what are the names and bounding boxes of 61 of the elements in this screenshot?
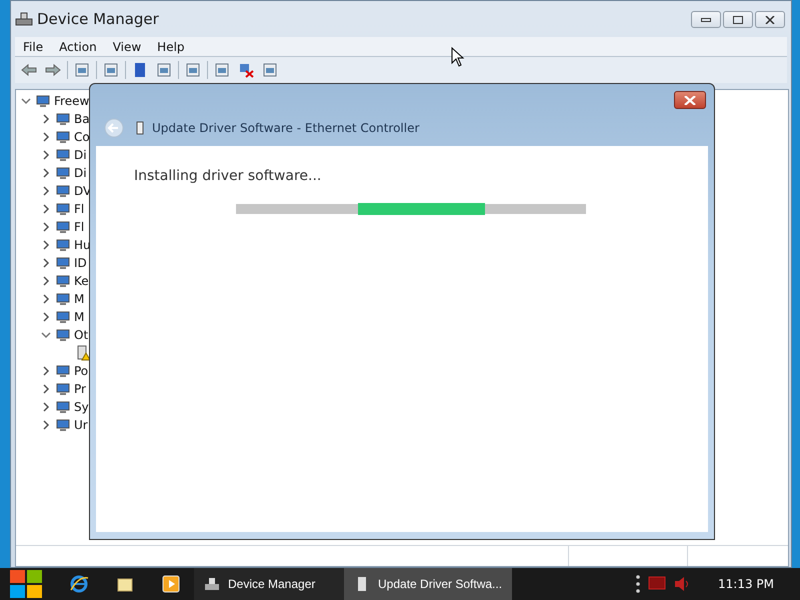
device-manager-icon — [15, 11, 33, 27]
tree-item[interactable]: Sy — [74, 400, 89, 414]
device-icon — [55, 291, 71, 307]
tree-item[interactable]: ID — [74, 256, 87, 270]
menu-item[interactable]: File — [15, 40, 52, 54]
minimize-button[interactable] — [691, 11, 721, 28]
device-icon — [55, 111, 71, 127]
device-icon — [55, 237, 71, 253]
start-button[interactable] — [10, 570, 42, 598]
device-icon — [55, 381, 71, 397]
folder-icon[interactable] — [117, 576, 133, 592]
tree-item[interactable]: Ur — [74, 418, 88, 432]
taskbar-button[interactable]: Device Manager — [194, 568, 344, 600]
status-message: Installing driver software... — [134, 168, 322, 184]
device-icon — [55, 201, 71, 217]
mouse-cursor-icon — [451, 47, 465, 67]
device-icon — [55, 183, 71, 199]
device-icon — [35, 93, 51, 109]
close-button[interactable] — [755, 11, 785, 28]
device-icon — [55, 165, 71, 181]
window-title: Device Manager — [37, 10, 160, 28]
tree-item[interactable]: M — [74, 310, 84, 324]
close-button[interactable] — [674, 91, 706, 109]
tree-item[interactable]: Po — [74, 364, 88, 378]
minimize-icon — [701, 18, 711, 22]
tree-item[interactable]: Fl — [74, 220, 84, 234]
speaker-icon[interactable] — [674, 577, 690, 591]
media-player-icon[interactable] — [162, 575, 180, 593]
device-icon — [55, 129, 71, 145]
overflow-icon[interactable] — [636, 575, 640, 593]
tree-item[interactable]: Freew — [54, 94, 90, 108]
menu-item[interactable]: Help — [149, 40, 193, 54]
device-icon — [55, 417, 71, 433]
tree-item[interactable]: Ba — [74, 112, 90, 126]
tree-item[interactable]: Co — [74, 130, 90, 144]
browser-icon[interactable] — [69, 574, 89, 594]
device-icon — [55, 363, 71, 379]
device-icon — [55, 273, 71, 289]
tree-item[interactable]: Fl — [74, 202, 84, 216]
device-icon — [55, 399, 71, 415]
maximize-button[interactable] — [723, 11, 753, 28]
maximize-icon — [733, 16, 743, 24]
dialog-title: Update Driver Software - Ethernet Controller — [152, 120, 420, 134]
device-icon — [55, 327, 71, 343]
tree-item[interactable]: Ot — [74, 328, 88, 342]
menu-item[interactable]: View — [104, 40, 150, 54]
tree-item[interactable]: Pr — [74, 382, 86, 396]
clock: 11:13 PM — [718, 577, 774, 591]
tree-item[interactable]: Di — [74, 166, 87, 180]
device-manager-icon — [204, 576, 220, 592]
device-icon — [55, 219, 71, 235]
close-icon — [765, 16, 775, 24]
tree-item[interactable]: M — [74, 292, 84, 306]
tree-item[interactable]: Ke — [74, 274, 89, 288]
tree-item[interactable]: Di — [74, 148, 87, 162]
device-icon — [55, 309, 71, 325]
menu-item[interactable]: Action — [51, 40, 105, 54]
device-icon — [55, 255, 71, 271]
device-icon — [55, 147, 71, 163]
close-icon — [684, 96, 696, 104]
taskbar-button[interactable]: Update Driver Softwa... — [344, 568, 512, 600]
